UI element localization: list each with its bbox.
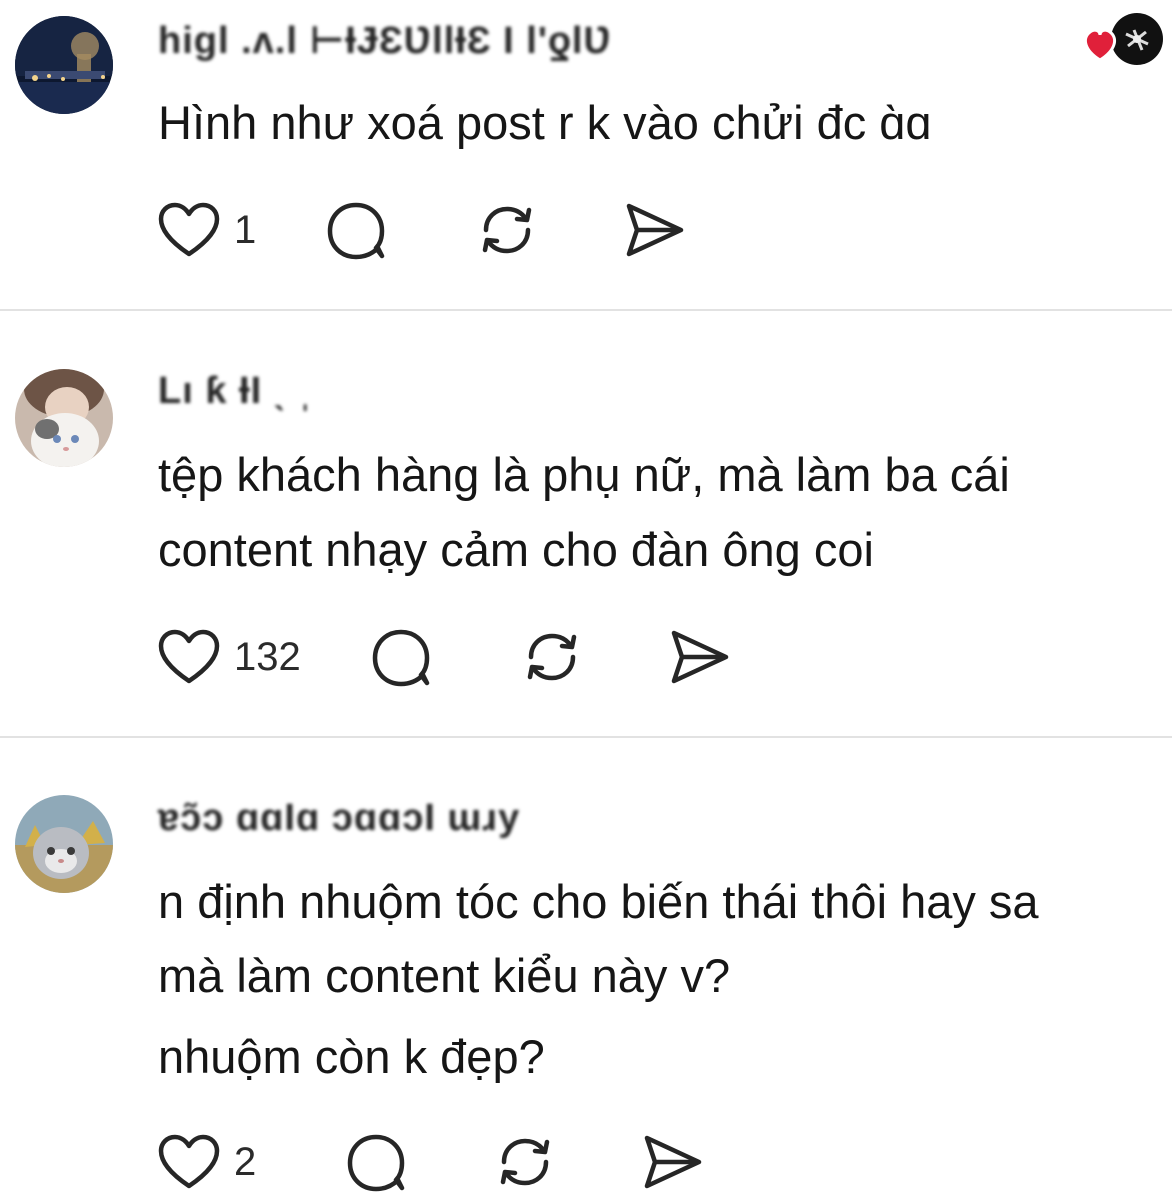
repost-icon — [483, 206, 532, 254]
speech-bubble-icon — [372, 629, 429, 687]
share-button[interactable] — [624, 200, 686, 260]
comment-text: Hình như xoá post r k vào chửi đc ɑ̀ɑ — [158, 96, 932, 149]
comment-text-line: mà làm content kiểu này v? — [158, 949, 731, 1002]
send-icon — [627, 203, 684, 257]
repost-button[interactable] — [474, 200, 540, 260]
repost-button[interactable] — [492, 1132, 558, 1192]
heart-icon — [1083, 28, 1117, 62]
like-button[interactable]: 1 — [158, 202, 256, 258]
username[interactable]: higl .ʌ.l ⊢ƗɈƐƲllƗƐ Ɩ l'ƍlƲ — [158, 18, 612, 63]
like-count: 2 — [234, 1139, 257, 1184]
comment-text-line: n định nhuộm tóc cho biến thái thôi hay … — [158, 875, 1039, 928]
send-icon — [645, 1135, 702, 1189]
repost-button[interactable] — [519, 627, 585, 687]
like-count: 132 — [234, 634, 301, 679]
username[interactable]: Lı ƙ ƗƖ ˎ ˌ — [158, 370, 313, 413]
repost-icon — [527, 633, 576, 681]
comment-text-line: content nhạy cảm cho đàn ông coi — [158, 523, 874, 576]
comment-text-line: tệp khách hàng là phụ nữ, mà làm ba cái — [158, 448, 1010, 501]
avatar[interactable] — [15, 369, 113, 467]
heart-outline-icon — [158, 202, 220, 257]
speech-bubble-icon — [348, 1134, 405, 1192]
like-count: 1 — [234, 207, 257, 252]
reply-button[interactable] — [371, 627, 433, 687]
speech-bubble-icon — [328, 202, 385, 260]
avatar[interactable] — [15, 795, 113, 893]
send-icon — [671, 630, 728, 684]
divider — [0, 736, 1172, 738]
repost-icon — [501, 1138, 550, 1186]
comment-text-line: nhuộm còn k đẹp? — [158, 1030, 545, 1083]
avatar[interactable] — [15, 16, 113, 114]
action-bar: 132 — [158, 627, 731, 687]
liked-by-author-badge — [1082, 12, 1164, 70]
action-bar: 2 — [158, 1132, 704, 1192]
share-button[interactable] — [669, 627, 731, 687]
divider — [0, 309, 1172, 311]
like-button[interactable]: 132 — [158, 629, 301, 685]
heart-outline-icon — [158, 629, 220, 684]
share-button[interactable] — [642, 1132, 704, 1192]
username[interactable]: ɐɔ̃ɔ ɑɑƖɑ ɔɑɑɔƖ ɯɹy — [158, 797, 520, 840]
reply-button[interactable] — [326, 200, 388, 260]
action-bar: 1 — [158, 200, 686, 260]
reply-button[interactable] — [346, 1132, 408, 1192]
